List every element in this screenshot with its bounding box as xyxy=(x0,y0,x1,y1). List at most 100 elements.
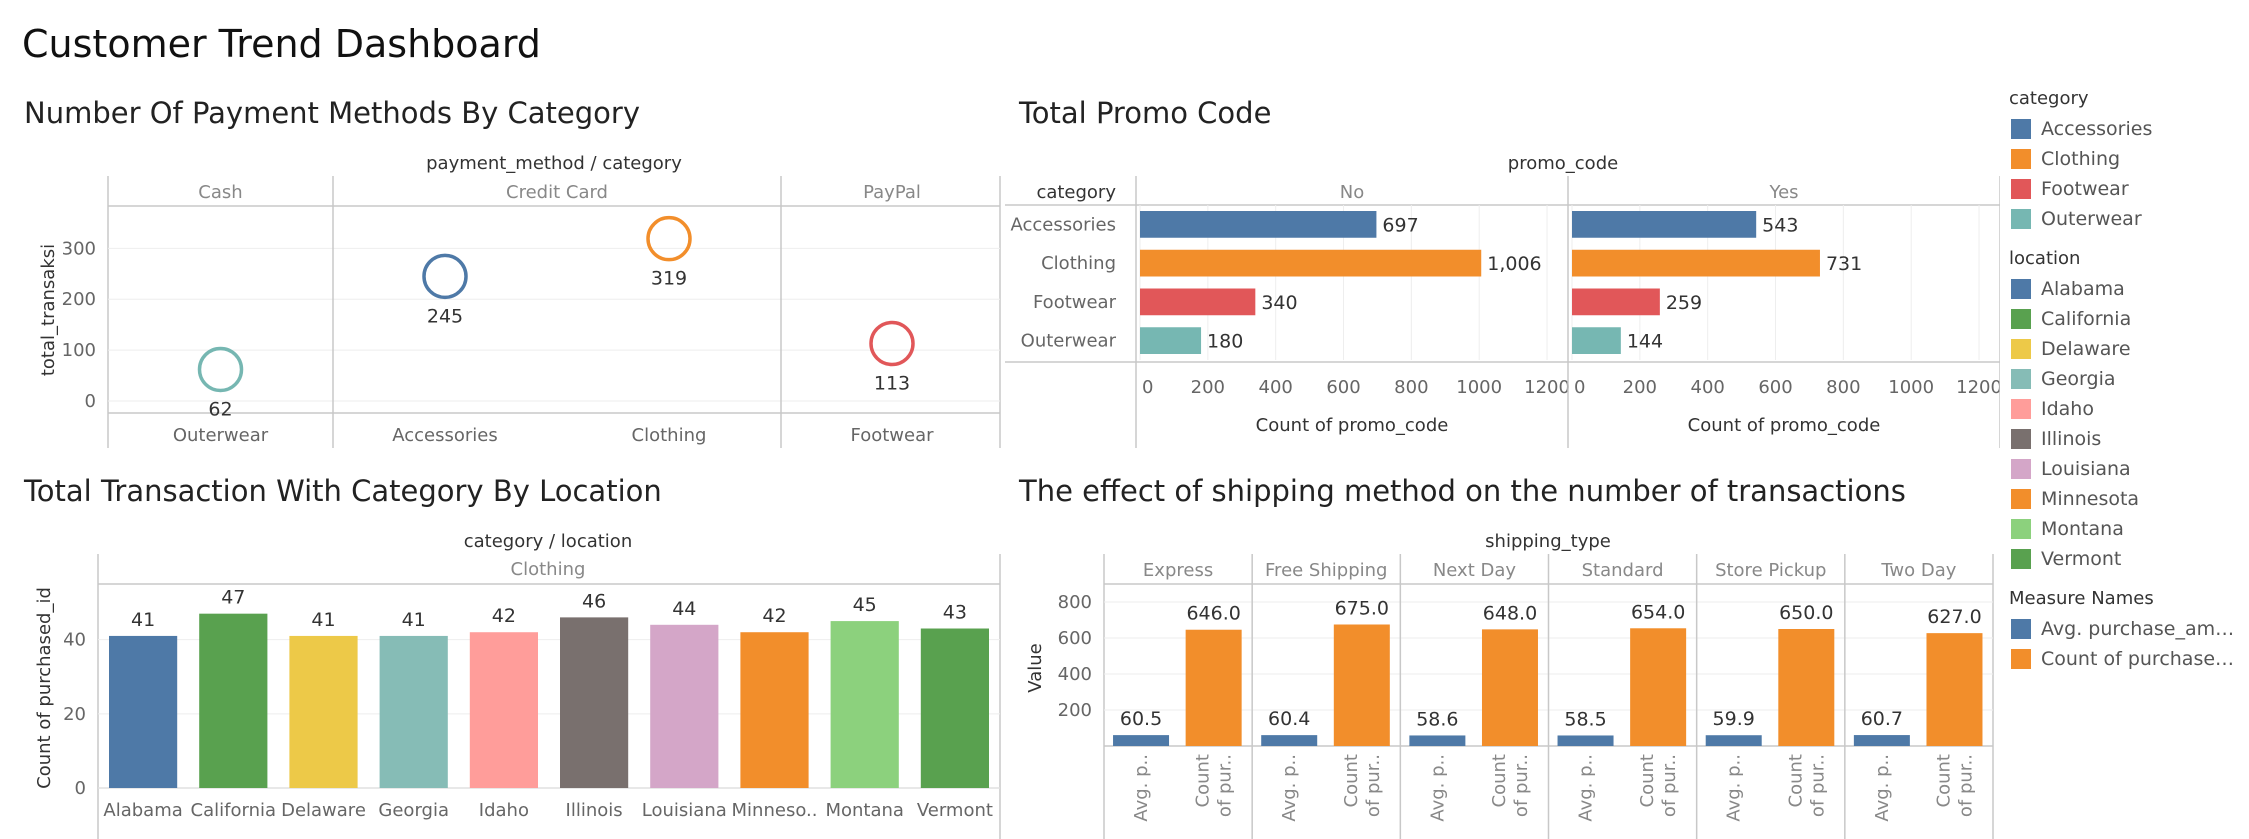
location-chart: category / location Clothing Count of purc… xyxy=(34,531,1001,839)
point-accessories xyxy=(422,253,468,300)
legend-item[interactable]: Louisiana xyxy=(2005,454,2245,484)
data-label: 60.7 xyxy=(1861,708,1903,730)
x-tick-label: 800 xyxy=(1826,377,1860,398)
legend-item[interactable]: Georgia xyxy=(2005,364,2245,394)
x-tick-label: of pur.. xyxy=(1659,754,1680,817)
panel-header-yes: Yes xyxy=(1768,182,1798,203)
row-label: Clothing xyxy=(1041,253,1116,274)
y-axis-title: total_transaksi xyxy=(38,244,59,376)
legend-title: location xyxy=(2009,248,2081,269)
header-label: shipping_type xyxy=(1485,531,1611,552)
bar-georgia xyxy=(379,635,448,788)
bar-count xyxy=(1333,624,1390,746)
bar-avg xyxy=(1705,735,1762,746)
legend-item[interactable]: California xyxy=(2005,304,2245,334)
data-label: 144 xyxy=(1627,331,1663,353)
data-label: 58.6 xyxy=(1416,708,1458,730)
shipping-chart: shipping_type Value 200 400 600 800 Express 60.… xyxy=(1025,531,1994,839)
x-tick-label: 1000 xyxy=(1888,377,1934,398)
bar-minnesota xyxy=(740,632,809,788)
row-label: Accessories xyxy=(1011,214,1117,235)
bar-avg xyxy=(1261,735,1318,746)
dashboard-title: Customer Trend Dashboard xyxy=(22,22,541,66)
legend-item[interactable]: Delaware xyxy=(2005,334,2245,364)
legend-item[interactable]: Outerwear xyxy=(2005,204,2245,234)
bar-avg xyxy=(1113,735,1170,746)
bar-no-footwear xyxy=(1140,288,1256,316)
legend-item[interactable]: Clothing xyxy=(2005,144,2245,174)
bar-yes-accessories xyxy=(1572,211,1757,238)
data-label: 46 xyxy=(582,590,606,612)
legend-group-category: category Accessories Clothing Footwear Outer… xyxy=(2005,88,2245,234)
panel-header-free-shipping: Free Shipping xyxy=(1265,560,1387,581)
bar-yes-footwear xyxy=(1572,288,1660,316)
data-label: 41 xyxy=(402,609,426,631)
legend-swatch xyxy=(2011,279,2031,299)
bar-no-outerwear xyxy=(1140,327,1202,354)
legend-item[interactable]: Avg. purchase_amou.. xyxy=(2005,614,2245,644)
data-label: 44 xyxy=(672,598,696,620)
data-label: 42 xyxy=(762,605,786,627)
bar-count xyxy=(1185,629,1242,746)
legend-swatch xyxy=(2011,399,2031,419)
bar-count xyxy=(1481,629,1538,746)
x-tick-label: 600 xyxy=(1326,377,1360,398)
legend-item[interactable]: Alabama xyxy=(2005,274,2245,304)
bar-count xyxy=(1630,628,1687,746)
panel-header-express: Express xyxy=(1143,560,1213,581)
bar-avg xyxy=(1853,735,1910,746)
legend-item[interactable]: Illinois xyxy=(2005,424,2245,454)
legend-label: Footwear xyxy=(2041,178,2129,200)
x-tick-label: 200 xyxy=(1623,377,1657,398)
y-tick-label: 20 xyxy=(63,704,86,725)
x-tick-label: 600 xyxy=(1758,377,1792,398)
x-tick-label: Count xyxy=(1341,754,1362,807)
x-tick-label: Minneso.. xyxy=(732,800,818,821)
legend-item[interactable]: Vermont xyxy=(2005,544,2245,574)
data-label: 650.0 xyxy=(1779,602,1833,624)
x-tick-label: 400 xyxy=(1259,377,1293,398)
legend-item[interactable]: Minnesota xyxy=(2005,484,2245,514)
x-tick-label: 400 xyxy=(1691,377,1725,398)
x-axis-title: Count of promo_code xyxy=(1688,415,1881,436)
x-tick-label: Outerwear xyxy=(173,425,269,446)
legend-group-measure-names: Measure Names Avg. purchase_amou.. Count o… xyxy=(2005,588,2245,674)
legend-item[interactable]: Montana xyxy=(2005,514,2245,544)
x-tick-label: Avg. p.. xyxy=(1279,754,1300,822)
x-tick-label: Alabama xyxy=(103,800,182,821)
legend-item[interactable]: Count of purchased_i.. xyxy=(2005,644,2245,674)
data-label: 59.9 xyxy=(1713,708,1755,730)
legend-swatch xyxy=(2011,309,2031,329)
legend-item[interactable]: Accessories xyxy=(2005,114,2245,144)
panel-header-paypal: PayPal xyxy=(863,182,921,203)
legend-label: Clothing xyxy=(2041,148,2121,170)
y-tick-label: 300 xyxy=(62,238,96,259)
bar-illinois xyxy=(560,617,629,788)
data-label: 62 xyxy=(208,398,232,420)
data-label: 113 xyxy=(874,373,910,395)
x-tick-label: California xyxy=(191,800,276,821)
bar-avg xyxy=(1409,735,1466,746)
panel-header-standard: Standard xyxy=(1582,560,1664,581)
bar-no-clothing xyxy=(1140,249,1482,277)
y-tick-label: 800 xyxy=(1058,592,1092,613)
legend-swatch xyxy=(2011,519,2031,539)
legend-label: Avg. purchase_amou.. xyxy=(2041,618,2245,640)
legend-title: category xyxy=(2009,88,2089,109)
x-tick-label: 200 xyxy=(1191,377,1225,398)
legend: category Accessories Clothing Footwear Outer… xyxy=(2005,88,2245,688)
data-label: 627.0 xyxy=(1927,606,1981,628)
y-axis-title: Count of purchased_id xyxy=(34,587,55,789)
legend-item[interactable]: Footwear xyxy=(2005,174,2245,204)
panel-header-no: No xyxy=(1340,182,1364,203)
sub-header-label: Clothing xyxy=(511,559,586,580)
panel-header-store-pickup: Store Pickup xyxy=(1715,560,1826,581)
panel-header-credit-card: Credit Card xyxy=(506,182,608,203)
y-tick-label: 400 xyxy=(1058,664,1092,685)
legend-swatch xyxy=(2011,119,2031,139)
legend-item[interactable]: Idaho xyxy=(2005,394,2245,424)
legend-swatch xyxy=(2011,489,2031,509)
x-tick-label: Avg. p.. xyxy=(1427,754,1448,822)
y-axis-title: Value xyxy=(1025,643,1046,692)
x-tick-label: of pur.. xyxy=(1511,754,1532,817)
